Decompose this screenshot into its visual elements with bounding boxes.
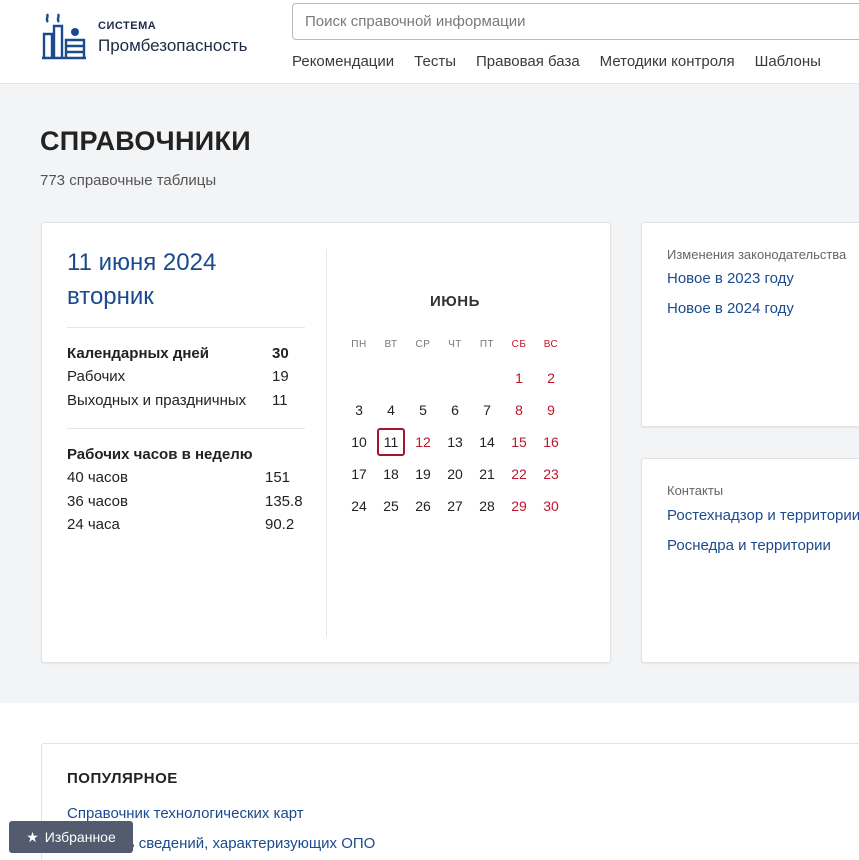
working-days-value: 19 — [272, 368, 289, 385]
working-days-label: Рабочих — [67, 368, 126, 385]
calendar-day: 1 — [515, 370, 523, 386]
calendar-day: 28 — [479, 498, 495, 514]
favorites-button[interactable]: ★ Избранное — [9, 821, 133, 853]
logo-link[interactable]: СИСТЕМА Промбезопасность — [40, 12, 280, 62]
calendar-divider — [326, 249, 327, 637]
calendar-day: 15 — [511, 434, 527, 450]
nav-tests[interactable]: Тесты — [414, 53, 456, 70]
calendar-days-label: Календарных дней — [67, 345, 209, 362]
calendar-day: 20 — [447, 466, 463, 482]
hours-40-label: 40 часов — [67, 469, 128, 486]
star-icon: ★ — [26, 828, 39, 845]
current-weekday: вторник — [67, 283, 154, 310]
hours-24-label: 24 часа — [67, 516, 120, 533]
nav-control-methods[interactable]: Методики контроля — [600, 53, 735, 70]
hours-divider — [67, 428, 305, 429]
hours-24-value: 90.2 — [265, 516, 295, 533]
weekday-header: ПН — [351, 339, 367, 350]
calendar-day: 16 — [543, 434, 559, 450]
calendar-day: 2 — [547, 370, 555, 386]
weekday-header: СР — [415, 339, 431, 350]
logo-small-text: СИСТЕМА — [98, 20, 157, 32]
site-header: СИСТЕМА Промбезопасность Рекомендации Те… — [0, 0, 859, 84]
popular-card: ПОПУЛЯРНОЕ Справочник технологических ка… — [41, 743, 859, 860]
current-date: 11 июня 2024 — [67, 249, 217, 276]
nav-recommendations[interactable]: Рекомендации — [292, 53, 394, 70]
stats-divider — [67, 327, 305, 328]
calendar-day: 24 — [351, 498, 367, 514]
hours-36-value: 135.8 — [265, 493, 303, 510]
weekday-header: ВТ — [384, 339, 398, 350]
link-rosnedra[interactable]: Роснедра и территории — [667, 537, 831, 554]
calendar-day: 29 — [511, 498, 527, 514]
calendar-day: 8 — [515, 402, 523, 418]
calendar-day: 30 — [543, 498, 559, 514]
contacts-card: Контакты Ростехнадзор и территории Росне… — [641, 458, 859, 663]
page-subtitle: 773 справочные таблицы — [40, 172, 217, 189]
law-changes-label: Изменения законодательства — [667, 247, 847, 262]
calendar-day: 12 — [415, 434, 431, 450]
calendar-day: 23 — [543, 466, 559, 482]
link-rostekhnadzor[interactable]: Ростехнадзор и территории — [667, 507, 859, 524]
calendar-day: 10 — [351, 434, 367, 450]
calendar-day: 18 — [383, 466, 399, 482]
popular-title: ПОПУЛЯРНОЕ — [67, 770, 178, 787]
page-title: СПРАВОЧНИКИ — [40, 126, 251, 156]
hours-40-value: 151 — [265, 469, 291, 486]
calendar-day: 9 — [547, 402, 555, 418]
holidays-value: 11 — [272, 392, 288, 409]
calendar-day: 26 — [415, 498, 431, 514]
calendar-day: 5 — [419, 402, 427, 418]
calendar-days-value: 30 — [272, 345, 289, 362]
weekday-header: ЧТ — [448, 339, 462, 350]
calendar-day: 19 — [415, 466, 431, 482]
logo-big-text: Промбезопасность — [98, 36, 248, 55]
weekday-header: ПТ — [479, 339, 495, 350]
calendar-day: 4 — [387, 402, 395, 418]
work-hours-title: Рабочих часов в неделю — [67, 446, 253, 463]
law-changes-card: Изменения законодательства Новое в 2023 … — [641, 222, 859, 427]
calendar-day: 27 — [447, 498, 463, 514]
production-calendar-card: 11 июня 2024 вторник Календарных дней 30… — [41, 222, 611, 663]
link-new-2024[interactable]: Новое в 2024 году — [667, 300, 794, 317]
factory-logo-icon — [42, 13, 86, 60]
nav-legal-base[interactable]: Правовая база — [476, 53, 580, 70]
calendar-day: 7 — [483, 402, 491, 418]
link-new-2023[interactable]: Новое в 2023 году — [667, 270, 794, 287]
search-input[interactable] — [292, 3, 859, 40]
calendar-day: 3 — [355, 402, 363, 418]
calendar-day: 6 — [451, 402, 459, 418]
hours-36-label: 36 часов — [67, 493, 128, 510]
weekday-header: СБ — [511, 339, 527, 350]
calendar-day: 22 — [511, 466, 527, 482]
calendar-day: 25 — [383, 498, 399, 514]
weekday-header: ВС — [543, 339, 559, 350]
holidays-label: Выходных и праздничных — [67, 392, 247, 409]
nav-templates[interactable]: Шаблоны — [755, 53, 821, 70]
calendar-day: 17 — [351, 466, 367, 482]
calendar-day: 14 — [479, 434, 495, 450]
calendar-day: 21 — [479, 466, 495, 482]
favorites-label: Избранное — [44, 829, 116, 845]
link-tech-cards[interactable]: Справочник технологических карт — [67, 805, 304, 822]
contacts-label: Контакты — [667, 483, 724, 498]
calendar-day: 13 — [447, 434, 463, 450]
calendar-month: ИЮНЬ — [430, 293, 480, 310]
calendar-day-today: 11 — [377, 428, 405, 456]
main-nav: Рекомендации Тесты Правовая база Методик… — [292, 53, 821, 70]
